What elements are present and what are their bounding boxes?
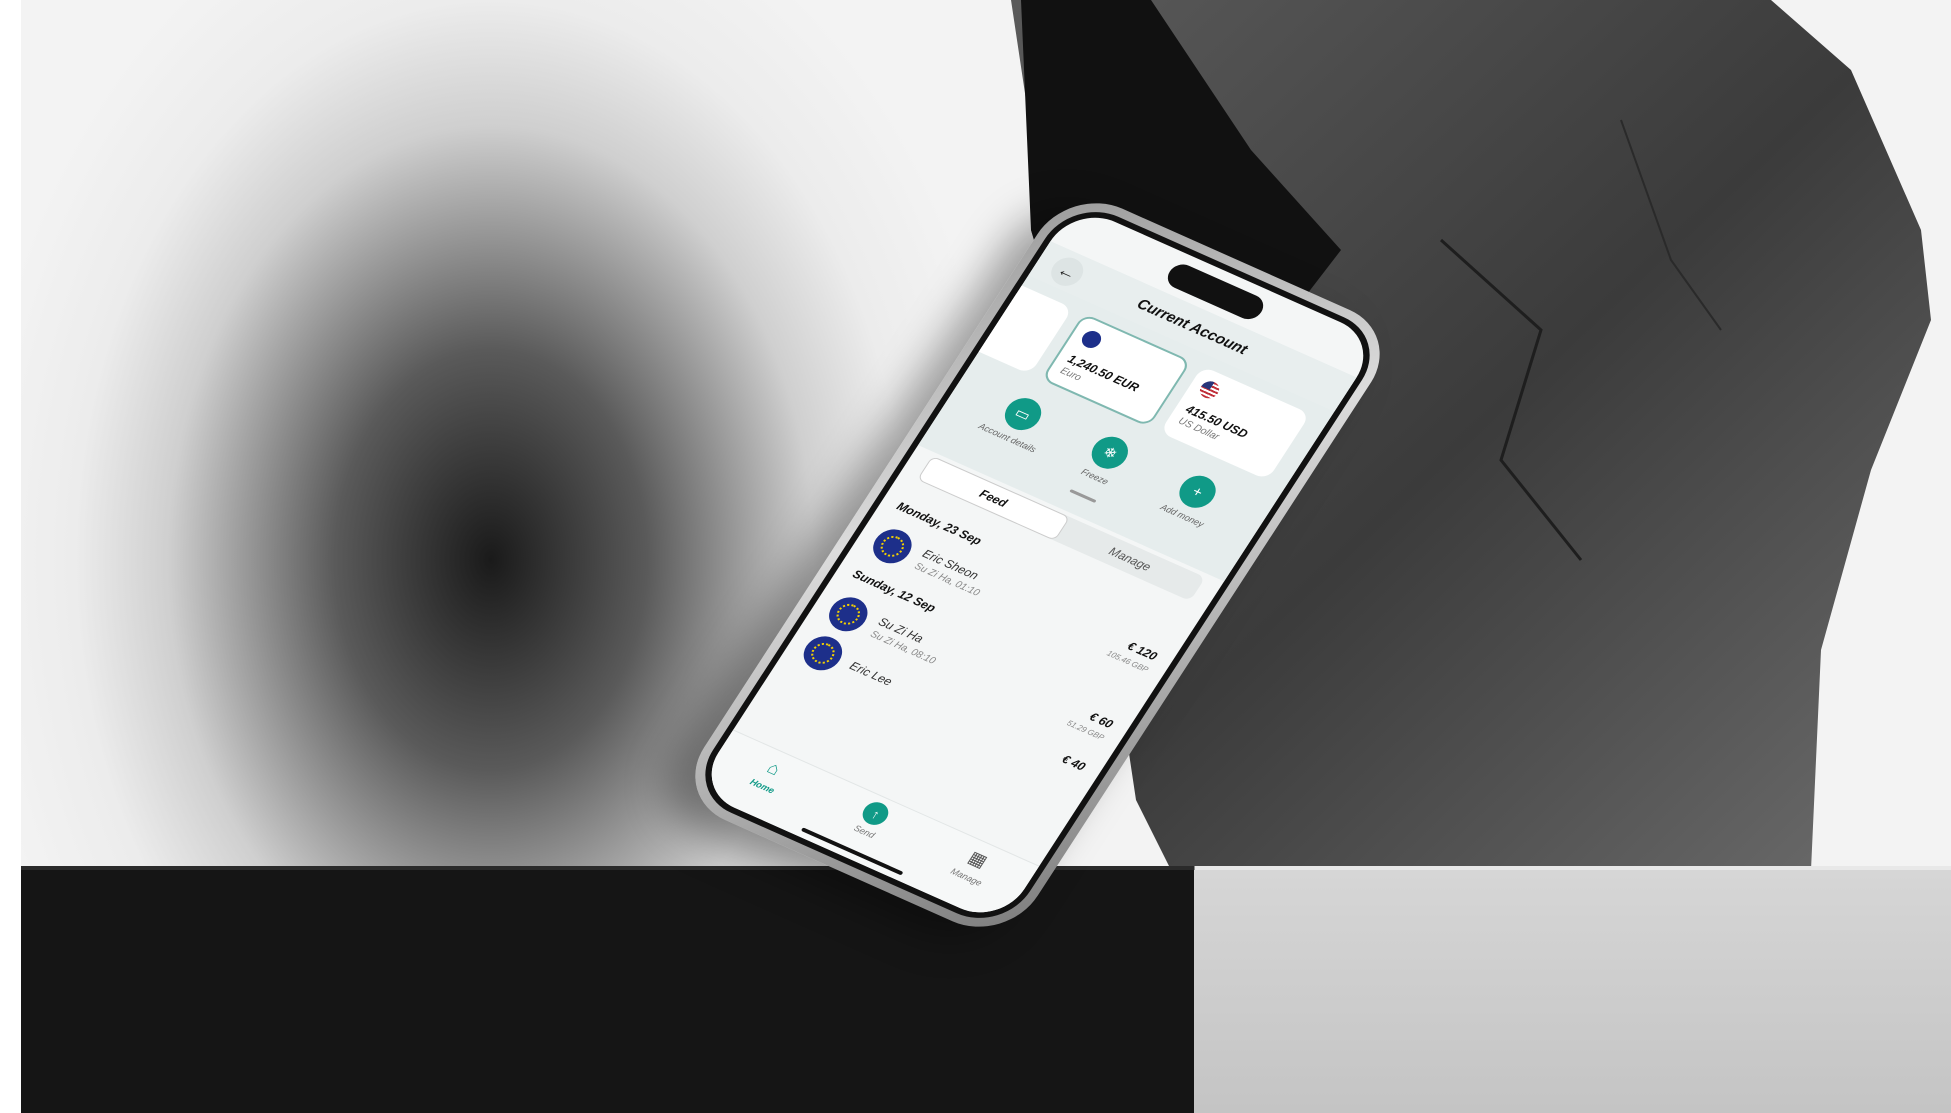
grid-icon: ▦ <box>964 846 992 871</box>
us-flag-icon <box>1196 378 1223 402</box>
eu-flag-icon <box>866 523 919 569</box>
eu-flag-icon <box>796 630 850 676</box>
arrow-left-icon[interactable]: ← <box>1045 252 1090 291</box>
eu-flag-icon <box>821 591 875 637</box>
nav-send[interactable]: ↑ Send <box>815 789 914 872</box>
transaction-amount: € 40 <box>1059 752 1089 774</box>
nav-home[interactable]: ⌂ Home <box>713 744 812 827</box>
nav-label: Send <box>851 823 877 841</box>
send-icon: ↑ <box>858 798 894 829</box>
home-icon: ⌂ <box>763 757 785 779</box>
ledge-light <box>1194 870 1951 1113</box>
nav-manage[interactable]: ▦ Manage <box>917 835 1016 918</box>
eu-flag-icon <box>1078 328 1105 351</box>
